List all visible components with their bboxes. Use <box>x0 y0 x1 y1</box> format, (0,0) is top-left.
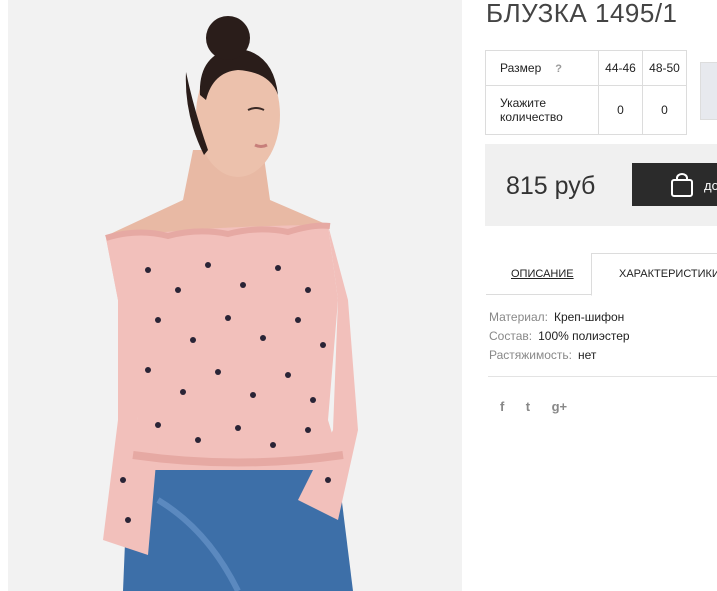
spec-row-composition: Состав: 100% полиэстер <box>489 329 630 348</box>
price: 815 руб <box>506 172 596 200</box>
spec-key: Материал: <box>489 310 548 324</box>
quantity-label-cell: Укажите количество <box>485 85 599 135</box>
tabs-divider <box>486 294 591 295</box>
spec-key: Растяжимость: <box>489 348 573 362</box>
spec-value: нет <box>578 348 597 362</box>
tab-description[interactable]: ОПИСАНИЕ <box>511 268 574 280</box>
add-to-cart-button[interactable]: до <box>632 163 717 206</box>
spec-value: Креп-шифон <box>553 310 625 324</box>
size-option-48-50[interactable]: 48-50 <box>642 50 687 86</box>
size-option-44-46[interactable]: 44-46 <box>598 50 643 86</box>
product-thumbnail[interactable] <box>700 62 717 120</box>
spec-key: Состав: <box>489 329 533 343</box>
product-title: БЛУЗКА 1495/1 <box>486 0 678 28</box>
shopping-bag-icon <box>671 173 693 197</box>
size-label-cell: Размер? <box>485 50 599 86</box>
tab-characteristics[interactable]: ХАРАКТЕРИСТИКИ <box>591 253 717 296</box>
size-row: Размер? 44-46 48-50 <box>485 50 687 86</box>
specs-list: Материал: Креп-шифон Состав: 100% полиэсте… <box>489 310 630 367</box>
size-label: Размер <box>500 61 542 75</box>
spec-value: 100% полиэстер <box>538 329 630 343</box>
quantity-label-line1: Укажите <box>500 96 547 110</box>
quantity-input-48-50[interactable]: 0 <box>642 85 687 135</box>
facebook-icon[interactable]: f <box>500 399 504 414</box>
add-to-cart-label: до <box>704 178 717 193</box>
spec-row-material: Материал: Креп-шифон <box>489 310 630 329</box>
price-panel: 815 руб до <box>485 144 717 226</box>
social-share: f t g+ <box>500 398 584 416</box>
product-photo[interactable] <box>8 0 462 591</box>
size-help-icon[interactable]: ? <box>555 63 562 75</box>
tab-characteristics-label: ХАРАКТЕРИСТИКИ <box>619 268 717 280</box>
quantity-label-line2: количество <box>500 110 563 124</box>
size-quantity-table: Размер? 44-46 48-50 Укажите количество 0… <box>485 50 687 135</box>
product-tabs: ОПИСАНИЕ ХАРАКТЕРИСТИКИ <box>486 253 717 296</box>
spec-row-stretch: Растяжимость: нет <box>489 348 630 367</box>
quantity-input-44-46[interactable]: 0 <box>598 85 643 135</box>
twitter-icon[interactable]: t <box>526 399 530 414</box>
specs-divider <box>488 376 717 377</box>
model-illustration <box>8 0 462 591</box>
quantity-row: Укажите количество 0 0 <box>485 85 687 135</box>
google-plus-icon[interactable]: g+ <box>552 399 568 414</box>
